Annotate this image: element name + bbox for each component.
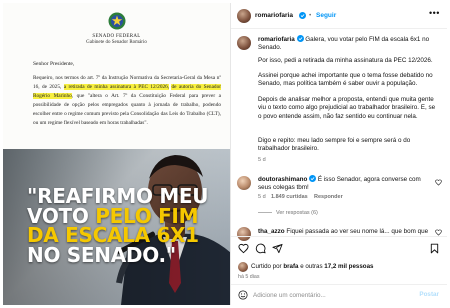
comment-2-like-heart-icon[interactable] xyxy=(435,229,442,236)
post-comment-button[interactable]: Postar xyxy=(419,291,439,298)
post-headline: "Reafirmo meu voto pelo fim da escala 6x… xyxy=(27,186,227,267)
replies-line xyxy=(258,212,272,214)
caption-paragraph-4: Depois de analisar melhor a proposta, en… xyxy=(258,96,436,120)
caption-avatar[interactable] xyxy=(237,36,251,50)
comment-1-likes[interactable]: 1.849 curtidas xyxy=(271,194,308,200)
add-comment-bar: Postar xyxy=(231,284,447,305)
comments-section: romariofaria Galera, vou votar pelo FIM … xyxy=(231,30,447,252)
heart-icon[interactable] xyxy=(238,243,249,254)
likes-middle: e outras xyxy=(298,263,325,270)
comment-1-text: doutorashimano É isso Senador, agora con… xyxy=(258,175,428,193)
doc-greeting: Senhor Presidente, xyxy=(33,61,75,67)
doc-highlight-1: a retirada de minha assinatura à PEC 12/… xyxy=(63,84,170,90)
document-scan: SENADO FEDERAL Gabinete do Senador Romár… xyxy=(3,3,230,153)
caption-paragraph-3: Assinei porque achei importante que o te… xyxy=(258,72,433,88)
headline-line-4: no Senado." xyxy=(27,242,176,267)
header-username[interactable]: romariofaria xyxy=(255,12,293,19)
caption-username[interactable]: romariofaria xyxy=(258,36,295,43)
brasao-icon xyxy=(108,12,126,30)
comment-2-body: Fiquei passada ao ver seu nome lá... que… xyxy=(286,228,429,235)
liked-by-avatar[interactable] xyxy=(238,262,248,272)
more-options-icon[interactable]: ••• xyxy=(429,8,440,18)
post-image[interactable]: SENADO FEDERAL Gabinete do Senador Romár… xyxy=(3,3,230,305)
comment-like-heart-icon[interactable] xyxy=(435,179,442,186)
view-replies-link[interactable]: Ver respostas (6) xyxy=(258,210,318,216)
comment-1-time: 5 d xyxy=(258,194,266,200)
comment-input[interactable] xyxy=(253,289,413,301)
instagram-post-window: SENADO FEDERAL Gabinete do Senador Romár… xyxy=(0,0,450,308)
comment-avatar[interactable] xyxy=(237,176,251,190)
likes-count[interactable]: 17,2 mil pessoas xyxy=(324,263,373,270)
comment-1-verified-icon xyxy=(309,175,317,182)
caption-paragraph-1: romariofaria Galera, vou votar pelo FIM … xyxy=(258,35,440,53)
post-header: romariofaria • Seguir ••• xyxy=(231,3,447,29)
likes-prefix: Curtido por xyxy=(251,263,284,270)
comment-icon[interactable] xyxy=(255,243,266,254)
caption-time: 5 d xyxy=(258,157,266,163)
doc-body: Requeiro, nos termos do art. 7º da Instr… xyxy=(33,74,221,128)
follow-button[interactable]: Seguir xyxy=(316,12,336,19)
post-actions: Curtido por brafa e outras 17,2 mil pess… xyxy=(231,236,447,286)
likes-user[interactable]: brafa xyxy=(283,263,298,270)
smile-icon[interactable] xyxy=(238,290,248,300)
caption-verified-icon xyxy=(296,35,304,42)
comment-2-username[interactable]: tha_azzo xyxy=(258,228,285,235)
bookmark-icon[interactable] xyxy=(429,243,440,254)
likes-summary[interactable]: Curtido por brafa e outras 17,2 mil pess… xyxy=(251,263,373,270)
doc-header-subtitle: Gabinete do Senador Romário xyxy=(86,40,147,45)
caption-paragraph-5: Digo e repito: meu lado sempre foi e sem… xyxy=(258,137,411,153)
post-time-ago: há 5 dias xyxy=(238,274,260,280)
avatar[interactable] xyxy=(237,9,251,23)
header-separator: • xyxy=(309,12,312,19)
verified-badge-icon xyxy=(299,12,306,19)
doc-header-title: SENADO FEDERAL xyxy=(92,34,141,39)
caption-paragraph-2: Por isso, pedi a retirada da minha assin… xyxy=(258,57,433,64)
reply-button[interactable]: Responder xyxy=(314,194,343,200)
send-icon[interactable] xyxy=(272,243,283,254)
comment-1-username[interactable]: doutorashimano xyxy=(258,176,307,183)
view-replies-label[interactable]: Ver respostas (6) xyxy=(276,210,318,216)
